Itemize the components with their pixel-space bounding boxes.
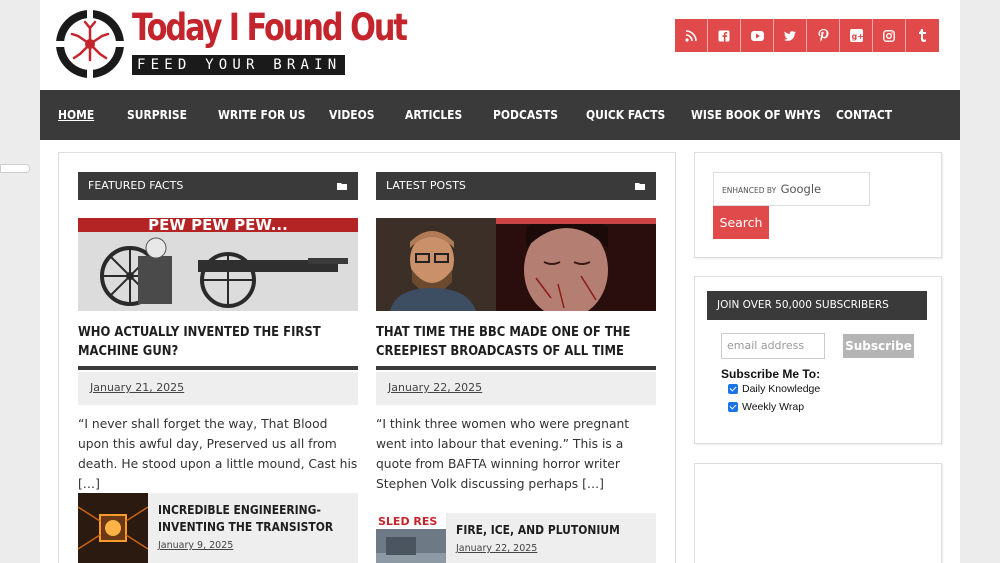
nav-write-for-us[interactable]: WRITE FOR US bbox=[218, 90, 306, 140]
ad-widget bbox=[694, 463, 942, 563]
search-prefix: ENHANCED BY bbox=[722, 186, 777, 195]
checkbox-checked-icon[interactable] bbox=[728, 402, 738, 412]
pinterest-icon[interactable] bbox=[807, 19, 840, 52]
tumblr-icon[interactable] bbox=[906, 19, 939, 52]
brand-tagline: FEED YOUR BRAIN bbox=[132, 55, 345, 75]
search-button[interactable]: Search bbox=[713, 206, 769, 239]
folder-icon[interactable] bbox=[337, 172, 348, 200]
latest-mini-post[interactable]: SLED RES FIRE, ICE, AND PLUTONIUM Januar… bbox=[376, 513, 656, 563]
featured-facts-header: FEATURED FACTS bbox=[78, 172, 358, 200]
nav-articles[interactable]: ARTICLES bbox=[405, 90, 462, 140]
search-widget: ENHANCED BY Google Search bbox=[694, 152, 942, 258]
latest-excerpt: “I think three women who were pregnant w… bbox=[376, 417, 630, 491]
latest-divider bbox=[376, 366, 656, 370]
daily-knowledge-label: Daily Knowledge bbox=[742, 383, 821, 395]
latest-mini-date[interactable]: January 22, 2025 bbox=[456, 543, 537, 554]
featured-facts-heading: FEATURED FACTS bbox=[88, 179, 184, 192]
bbc-broadcast-image[interactable] bbox=[376, 218, 656, 311]
folder-icon[interactable] bbox=[635, 172, 646, 200]
nav-quick-facts[interactable]: QUICK FACTS bbox=[586, 90, 665, 140]
featured-mini-post[interactable]: INCREDIBLE ENGINEERING- INVENTING THE TR… bbox=[78, 493, 358, 563]
featured-divider bbox=[78, 366, 358, 370]
featured-mini-date[interactable]: January 9, 2025 bbox=[158, 540, 233, 551]
featured-date-bar: January 21, 2025 bbox=[78, 372, 358, 405]
subscribe-widget: JOIN OVER 50,000 SUBSCRIBERS email addre… bbox=[694, 276, 942, 444]
youtube-icon[interactable] bbox=[741, 19, 774, 52]
main-content: FEATURED FACTS PEW PEW PEW... WHO ACTUAL… bbox=[58, 152, 676, 563]
featured-mini-title[interactable]: INCREDIBLE ENGINEERING- INVENTING THE TR… bbox=[158, 501, 334, 535]
featured-excerpt: “I never shall forget the way, That Bloo… bbox=[78, 417, 358, 491]
search-input[interactable]: ENHANCED BY Google bbox=[713, 172, 870, 206]
rss-icon[interactable] bbox=[675, 19, 708, 52]
machine-gun-image[interactable]: PEW PEW PEW... bbox=[78, 218, 358, 311]
nav-surprise[interactable]: SURPRISE bbox=[127, 90, 187, 140]
side-feedback-tab[interactable] bbox=[0, 164, 30, 173]
social-icons: g+ bbox=[675, 19, 939, 52]
nav-videos[interactable]: VIDEOS bbox=[329, 90, 374, 140]
google-logo: Google bbox=[780, 182, 822, 196]
nav-wise-book-of-whys[interactable]: WISE BOOK OF WHYS bbox=[691, 90, 821, 140]
latest-posts-header: LATEST POSTS bbox=[376, 172, 656, 200]
facebook-icon[interactable] bbox=[708, 19, 741, 52]
brand-name[interactable]: Today I Found Out bbox=[132, 6, 408, 49]
weekly-wrap-option[interactable]: Weekly Wrap bbox=[728, 401, 804, 413]
main-nav: HOME SURPRISE WRITE FOR US VIDEOS ARTICL… bbox=[40, 90, 960, 140]
nav-contact[interactable]: CONTACT bbox=[836, 90, 892, 140]
subscribe-heading: JOIN OVER 50,000 SUBSCRIBERS bbox=[707, 291, 927, 320]
subscribe-button[interactable]: Subscribe bbox=[843, 334, 914, 358]
latest-date[interactable]: January 22, 2025 bbox=[388, 381, 482, 394]
twitter-icon[interactable] bbox=[774, 19, 807, 52]
daily-knowledge-option[interactable]: Daily Knowledge bbox=[728, 383, 820, 395]
brain-logo-icon[interactable] bbox=[54, 8, 126, 80]
email-field[interactable]: email address bbox=[721, 333, 825, 359]
weekly-wrap-label: Weekly Wrap bbox=[742, 401, 805, 413]
latest-posts-heading: LATEST POSTS bbox=[386, 179, 466, 192]
latest-date-bar: January 22, 2025 bbox=[376, 372, 656, 405]
nav-podcasts[interactable]: PODCASTS bbox=[493, 90, 558, 140]
latest-mini-title[interactable]: FIRE, ICE, AND PLUTONIUM bbox=[456, 521, 620, 538]
machine-gun-image-text: PEW PEW PEW... bbox=[148, 218, 288, 234]
svg-text:g+: g+ bbox=[851, 32, 863, 41]
latest-title[interactable]: THAT TIME THE BBC MADE ONE OF THE CREEPI… bbox=[376, 323, 656, 361]
plutonium-image-text: SLED RES bbox=[378, 515, 437, 528]
google-plus-icon[interactable]: g+ bbox=[840, 19, 873, 52]
featured-date[interactable]: January 21, 2025 bbox=[90, 381, 184, 394]
nav-home[interactable]: HOME bbox=[58, 90, 94, 140]
transistor-image[interactable] bbox=[78, 493, 148, 563]
instagram-icon[interactable] bbox=[873, 19, 906, 52]
page: Today I Found Out FEED YOUR BRAIN g+ HOM… bbox=[40, 0, 960, 563]
featured-title[interactable]: WHO ACTUALLY INVENTED THE FIRST MACHINE … bbox=[78, 323, 353, 361]
subscribe-options-label: Subscribe Me To: bbox=[721, 367, 821, 381]
plutonium-image[interactable]: SLED RES bbox=[376, 513, 446, 563]
checkbox-checked-icon[interactable] bbox=[728, 384, 738, 394]
